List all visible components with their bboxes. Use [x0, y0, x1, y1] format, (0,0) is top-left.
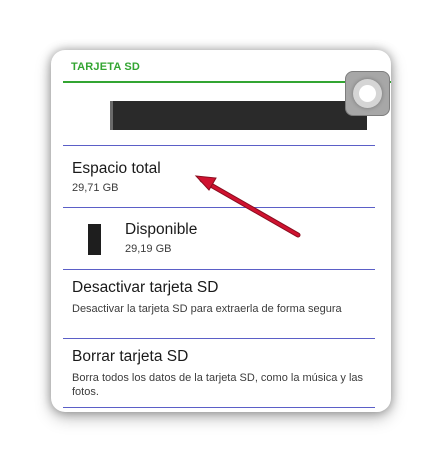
red-arrow-icon — [194, 175, 301, 238]
storage-card: TARJETA SD Espacio total 29,71 GB Dispon… — [51, 50, 391, 412]
